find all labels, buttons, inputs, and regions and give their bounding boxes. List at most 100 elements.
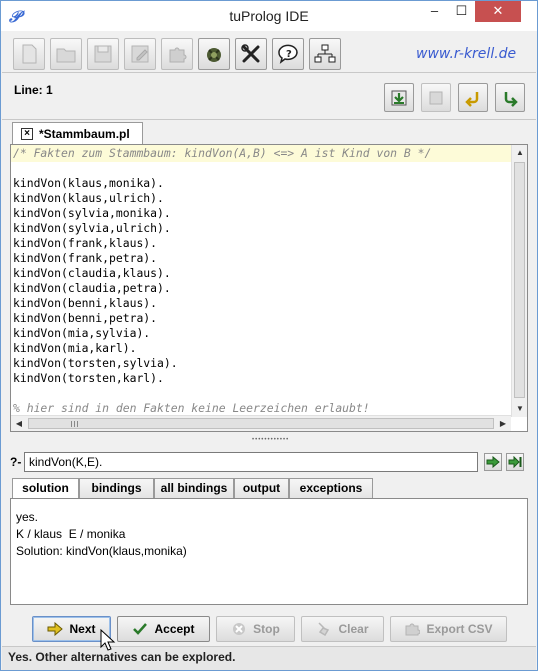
code-line: kindVon(frank,petra). (13, 251, 158, 265)
puzzle-button[interactable] (161, 38, 193, 70)
scroll-left-icon[interactable]: ◀ (11, 416, 27, 432)
solve-all-button[interactable] (506, 453, 524, 471)
new-file-button[interactable] (13, 38, 45, 70)
consult-button[interactable] (384, 83, 414, 112)
arrow-right-icon (486, 456, 500, 468)
checkmark-icon (133, 623, 148, 635)
status-bar: Yes. Other alternatives can be explored. (2, 646, 536, 670)
library-icon (207, 48, 221, 62)
accept-button[interactable]: Accept (117, 616, 210, 642)
code-comment-line: /* Fakten zum Stammbaum: kindVon(A,B) <=… (13, 146, 432, 160)
tools-button[interactable] (235, 38, 267, 70)
close-button[interactable]: ✕ (475, 1, 521, 22)
stop-button-label: Stop (253, 622, 280, 636)
query-input[interactable] (24, 452, 478, 472)
code-line: kindVon(klaus,ulrich). (13, 191, 164, 205)
code-comment-line: % hier sind in den Fakten keine Leerzeic… (13, 401, 370, 415)
result-line: K / klaus E / monika (16, 527, 126, 541)
code-line: kindVon(mia,sylvia). (13, 326, 151, 340)
new-file-icon (22, 44, 37, 64)
result-line: yes. (16, 510, 39, 524)
title-bar: 𝒫 tuProlog IDE – ☐ ✕ (1, 1, 537, 31)
code-line: kindVon(claudia,klaus). (13, 266, 171, 280)
next-arrow-icon (47, 622, 64, 636)
editor-horizontal-scrollbar[interactable]: ◀ ▶ (11, 415, 511, 431)
result-line: Solution: kindVon(klaus,monika) (16, 544, 187, 558)
scroll-grip (74, 421, 75, 427)
scroll-right-icon[interactable]: ▶ (495, 416, 511, 432)
stop-button[interactable]: Stop (216, 616, 295, 642)
library-load-button[interactable] (421, 83, 451, 112)
line-number-label: Line: 1 (14, 83, 53, 97)
save-icon (94, 45, 112, 63)
scroll-down-icon[interactable]: ▼ (512, 401, 528, 417)
code-line: kindVon(benni,klaus). (13, 296, 158, 310)
puzzle-icon (169, 47, 187, 63)
solve-button[interactable] (484, 453, 502, 471)
next-button-label: Next (69, 622, 96, 636)
horizontal-scroll-thumb[interactable] (28, 418, 494, 429)
splitter-grip-icon: •••••••••••• (252, 437, 290, 443)
tab-exceptions[interactable]: exceptions (289, 478, 373, 498)
export-csv-button[interactable]: Export CSV (390, 616, 507, 642)
code-line: kindVon(torsten,karl). (13, 371, 164, 385)
query-prompt: ?- (10, 455, 22, 469)
pane-splitter[interactable]: •••••••••••• (2, 435, 536, 443)
minimize-button[interactable]: – (421, 1, 448, 22)
svg-text:?: ? (286, 49, 292, 60)
code-line: kindVon(torsten,sylvia). (13, 356, 178, 370)
main-toolbar: ? www.r-krell.de (2, 31, 536, 73)
code-line: kindVon(frank,klaus). (13, 236, 158, 250)
editor-vertical-scrollbar[interactable]: ▲ ▼ (511, 145, 527, 417)
code-line: kindVon(benni,petra). (13, 311, 158, 325)
export-csv-button-label: Export CSV (426, 622, 493, 636)
save-as-button[interactable] (124, 38, 156, 70)
save-button[interactable] (87, 38, 119, 70)
code-line: kindVon(claudia,petra). (13, 281, 171, 295)
code-line: kindVon(mia,karl). (13, 341, 137, 355)
open-folder-icon (56, 48, 76, 63)
scroll-grip (77, 421, 78, 427)
ide-window: 𝒫 tuProlog IDE – ☐ ✕ ? www.r-krell.de Li… (0, 0, 538, 671)
accept-button-label: Accept (154, 622, 195, 636)
tab-all-bindings[interactable]: all bindings (154, 478, 234, 498)
scroll-up-icon[interactable]: ▲ (512, 145, 528, 161)
undo-arrow-icon (465, 91, 479, 107)
close-tab-icon[interactable]: × (21, 127, 33, 140)
editor-content[interactable]: /* Fakten zum Stammbaum: kindVon(A,B) <=… (11, 145, 511, 417)
clear-button-label: Clear (338, 622, 369, 636)
website-link[interactable]: www.r-krell.de (416, 46, 516, 62)
code-editor[interactable]: /* Fakten zum Stammbaum: kindVon(A,B) <=… (10, 144, 528, 432)
stop-icon (233, 623, 246, 635)
tab-bindings[interactable]: bindings (79, 478, 154, 498)
solution-panel: yes. K / klaus E / monika Solution: kind… (10, 498, 528, 605)
code-line: kindVon(klaus,monika). (13, 176, 164, 190)
code-line: kindVon(sylvia,ulrich). (13, 221, 171, 235)
tab-stammbaum[interactable]: × *Stammbaum.pl (12, 122, 143, 144)
library-button[interactable] (198, 38, 230, 70)
undo-button[interactable] (458, 83, 488, 112)
export-puzzle-icon (405, 623, 421, 636)
query-row: ?- (2, 450, 536, 474)
network-icon (314, 44, 336, 63)
maximize-button[interactable]: ☐ (448, 1, 475, 22)
open-file-button[interactable] (50, 38, 82, 70)
line-info-bar: Line: 1 (2, 74, 536, 120)
mouse-pointer-icon (100, 629, 116, 651)
status-message: Yes. Other alternatives can be explored. (8, 650, 236, 664)
help-button[interactable]: ? (272, 38, 304, 70)
redo-button[interactable] (495, 83, 525, 112)
save-as-icon (131, 45, 149, 63)
network-button[interactable] (309, 38, 341, 70)
tools-icon (241, 44, 260, 63)
download-arrow-icon (391, 90, 407, 105)
clear-button[interactable]: Clear (301, 616, 384, 642)
tab-output[interactable]: output (234, 478, 289, 498)
help-icon: ? (278, 44, 298, 64)
scroll-grip (71, 421, 72, 427)
tab-file-title: *Stammbaum.pl (39, 126, 130, 141)
redo-arrow-icon (504, 91, 518, 107)
vertical-scroll-thumb[interactable] (514, 162, 525, 398)
tab-solution[interactable]: solution (12, 478, 79, 499)
code-line: kindVon(sylvia,monika). (13, 206, 171, 220)
